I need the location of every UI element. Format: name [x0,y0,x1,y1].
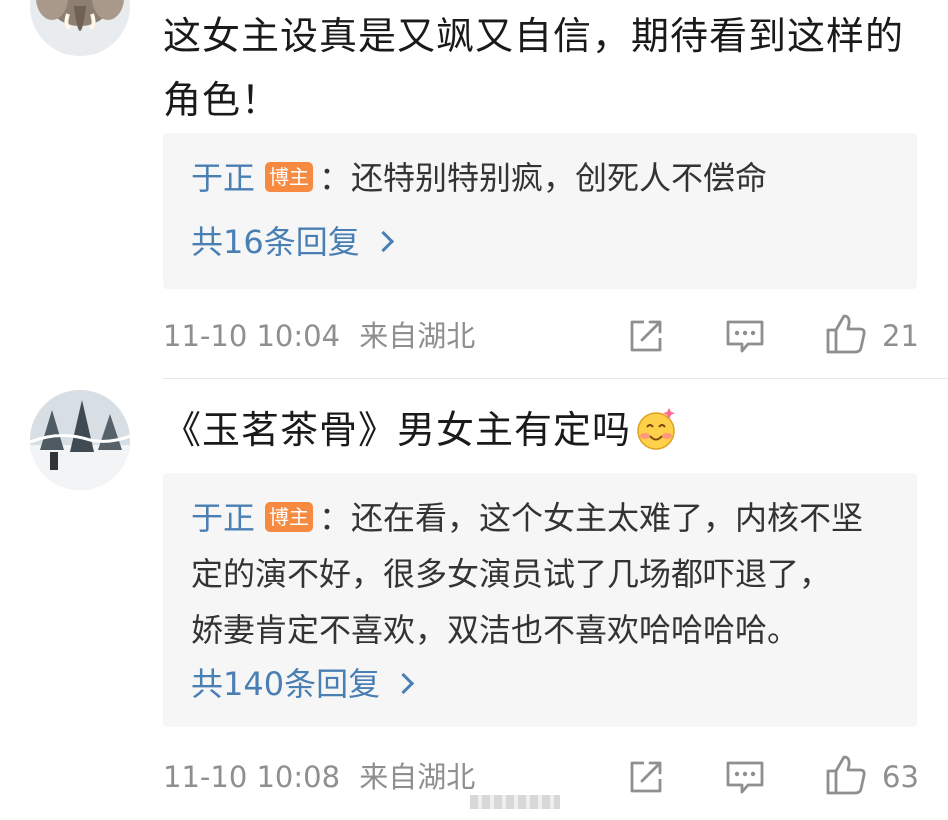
comment-meta: 11-10 10:08 来自湖北 [163,757,475,797]
reply-preview[interactable]: 于正 博主 ：还特别特别疯，创死人不偿命 共16条回复 [163,133,917,289]
repost-button[interactable] [626,757,666,797]
repost-icon [630,761,662,793]
comment-icon [726,761,764,794]
comment-text-line: 这女主设真是又飒又自信，期待看到这样的 [163,14,905,58]
thumbs-up-icon [826,755,866,795]
comment-feed: 这女主设真是又飒又自信，期待看到这样的 角色！ 于正 博主 ：还特别特别疯，创死人不… [0,0,948,820]
reply-preview[interactable]: 于正 博主 ：还在看，这个女主太难了，内核不坚 定的演不好，很多女演员试了几场都吓退… [163,473,917,727]
snowy-tree-avatar-icon [30,390,130,490]
comment-meta: 11-10 10:04 来自湖北 [163,316,475,356]
reply-count-label: 共16条回复 [191,223,360,261]
blush-smile-emoji-icon [633,406,679,452]
reply-line: 娇妻肯定不喜欢，双洁也不喜欢哈哈哈哈。 [191,611,800,649]
view-replies-link[interactable]: 共140条回复 [191,661,415,707]
like-button[interactable]: 21 [824,312,924,354]
comment-text: 这女主设真是又飒又自信，期待看到这样的 角色！ [163,8,923,128]
chevron-right-icon [372,230,394,252]
chevron-right-icon [392,672,415,694]
comment-icon [726,320,764,353]
elephant-avatar-icon [30,0,130,56]
like-button[interactable]: 63 [824,753,924,795]
comment-text-line: 角色！ [163,78,281,122]
reply-count-label: 共140条回复 [191,665,381,703]
comment-item: 《玉茗茶骨》男女主有定吗 于正 博主 ：还在看，这个女主太难了，内核不坚 定的演不好… [0,379,948,820]
reply-author[interactable]: 于正 [191,499,255,537]
comment-item: 这女主设真是又飒又自信，期待看到这样的 角色！ 于正 博主 ：还特别特别疯，创死人不… [0,0,948,378]
reply-line: 于正 博主 ：还特别特别疯，创死人不偿命 [191,155,897,201]
location: 来自湖北 [359,760,476,794]
watermark [470,795,560,809]
blogger-badge: 博主 [265,162,314,192]
comment-text: 《玉茗茶骨》男女主有定吗 [163,402,923,458]
location: 来自湖北 [359,319,476,353]
repost-button[interactable] [626,316,666,356]
thumbs-up-icon [826,314,866,354]
comment-button[interactable] [724,757,766,797]
reply-text: ：还在看，这个女主太难了，内核不坚 [319,499,864,537]
view-replies-link[interactable]: 共16条回复 [191,219,394,265]
timestamp: 11-10 10:08 [163,760,341,794]
repost-icon [630,320,662,352]
reply-text: ：还特别特别疯，创死人不偿命 [319,159,768,197]
reply-line: 于正 博主 ：还在看，这个女主太难了，内核不坚 [191,495,897,541]
reply-line: 定的演不好，很多女演员试了几场都吓退了， [191,555,832,593]
user-avatar[interactable] [30,0,130,56]
blogger-badge: 博主 [265,502,314,532]
comment-text-line: 《玉茗茶骨》男女主有定吗 [163,408,632,452]
reply-author[interactable]: 于正 [191,159,255,197]
user-avatar[interactable] [30,390,130,490]
comment-button[interactable] [724,316,766,356]
like-count: 63 [882,760,919,794]
timestamp: 11-10 10:04 [163,319,341,353]
like-count: 21 [882,319,919,353]
